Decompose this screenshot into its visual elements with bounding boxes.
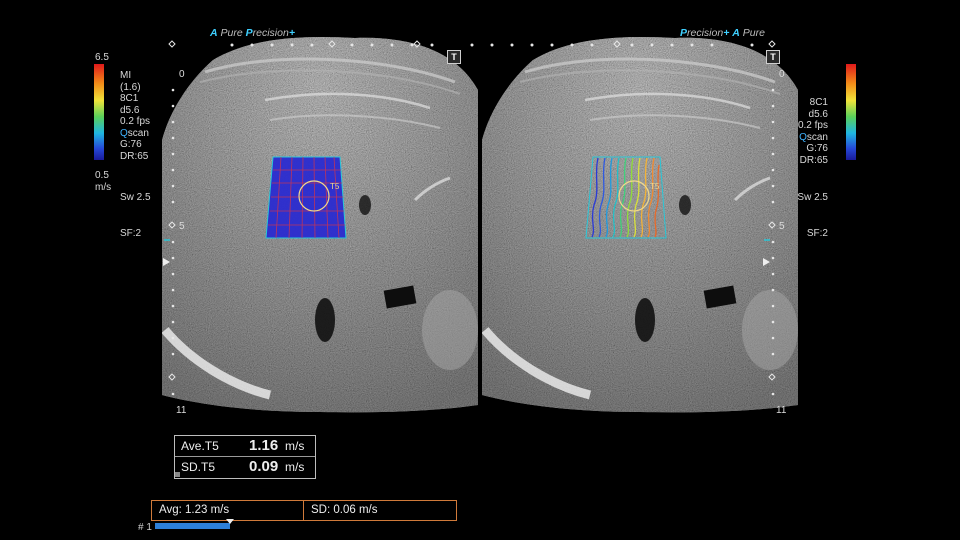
- roi-label-right: T5: [650, 182, 660, 191]
- depth-11-right: 11: [776, 405, 787, 416]
- qscan-label-right: Qscan: [799, 131, 828, 143]
- ultrasound-image-right: [482, 37, 798, 413]
- scale-min-label: 0.5 m/s: [95, 170, 112, 193]
- measurement-value: 0.09: [249, 458, 279, 475]
- t-toggle-button-right[interactable]: T: [766, 50, 780, 64]
- measurement-name: SD.T5: [181, 460, 216, 474]
- depth-label: d5.6: [120, 104, 140, 116]
- measurement-name: Ave.T5: [181, 439, 219, 453]
- param-panel-left: MI (1.6) 8C1 d5.6 0.2 fps Qscan G:76 DR:…: [120, 70, 150, 162]
- probe-label: 8C1: [120, 93, 139, 104]
- velocity-colorbar-right: [846, 64, 856, 160]
- roi-label-left: T5: [330, 182, 340, 191]
- measurement-row-ave: Ave.T5 1.16 m/s: [175, 436, 315, 456]
- measurement-result-box: Ave.T5 1.16 m/s SD.T5 0.09 m/s: [174, 435, 316, 479]
- cine-label: # 1: [138, 522, 152, 533]
- resize-handle[interactable]: [175, 472, 180, 477]
- measurement-unit: m/s: [285, 439, 305, 453]
- fps-label: 0.2 fps: [120, 116, 151, 127]
- scale-max-label: 6.5: [95, 52, 109, 63]
- measurement-unit: m/s: [285, 460, 305, 474]
- qscan-label: Qscan: [120, 127, 149, 139]
- brand-right: Precision+ A Pure: [680, 27, 765, 39]
- sf-label-right: SF:2: [806, 228, 828, 239]
- stats-bar: Avg: 1.23 m/s SD: 0.06 m/s: [151, 500, 457, 521]
- roi-elastography-left: T5: [265, 156, 347, 239]
- measurement-row-sd: SD.T5 0.09 m/s: [175, 456, 315, 477]
- fps-label-right: 0.2 fps: [797, 120, 828, 131]
- depth-label-right: d5.6: [808, 108, 828, 120]
- mi-value: (1.6): [120, 81, 141, 93]
- sd-stat: SD: 0.06 m/s: [311, 504, 378, 516]
- gain-label-right: G:76: [806, 143, 828, 154]
- brand-left: A Pure Precision+: [210, 27, 295, 39]
- depth-11-left: 11: [176, 405, 187, 416]
- depth-0-right: 0: [779, 69, 785, 80]
- velocity-colorbar-left: [94, 64, 104, 160]
- sweep-label-right: Sw 2.5: [797, 192, 828, 203]
- cine-position-marker[interactable]: [226, 519, 234, 524]
- avg-stat: Avg: 1.23 m/s: [159, 504, 230, 516]
- probe-label-right: 8C1: [809, 97, 828, 108]
- dr-label-right: DR:65: [799, 154, 828, 166]
- cine-progress-bar[interactable]: [155, 523, 230, 529]
- sweep-label: Sw 2.5: [120, 192, 151, 203]
- gain-label: G:76: [120, 139, 142, 150]
- t-toggle-button-left[interactable]: T: [447, 50, 461, 64]
- param-panel-right: 8C1 d5.6 0.2 fps Qscan G:76 DR:65: [790, 97, 828, 166]
- sf-label: SF:2: [120, 228, 142, 239]
- mi-label: MI: [120, 70, 132, 81]
- measurement-value: 1.16: [249, 437, 279, 454]
- depth-5-right: 5: [779, 221, 785, 232]
- depth-0-left: 0: [179, 69, 185, 80]
- dr-label: DR:65: [120, 150, 149, 162]
- depth-5-left: 5: [179, 221, 185, 232]
